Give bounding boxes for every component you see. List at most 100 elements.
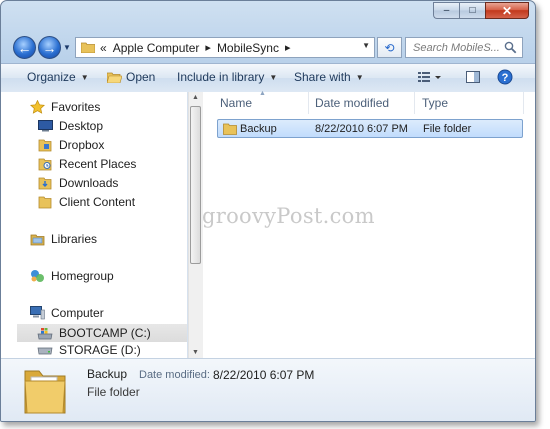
include-in-library-label: Include in library xyxy=(177,70,265,84)
sidebar-item-recent-places[interactable]: Recent Places xyxy=(37,157,136,171)
file-type: File folder xyxy=(423,123,472,135)
sidebar-item-label: Favorites xyxy=(51,100,101,114)
desktop-icon xyxy=(37,119,53,133)
details-file-type: File folder xyxy=(87,385,140,399)
file-name: Backup xyxy=(240,123,277,135)
recent-places-icon xyxy=(37,157,53,171)
column-divider[interactable] xyxy=(308,92,309,114)
explorer-window: – □ ✕ ← → ▼ « Apple Computer ▸ MobileSyn… xyxy=(0,0,536,422)
address-dropdown-icon[interactable]: ▼ xyxy=(362,41,370,50)
sidebar-item-downloads[interactable]: Downloads xyxy=(37,176,118,190)
recent-pages-dropdown[interactable]: ▼ xyxy=(63,43,71,52)
forward-arrow-icon: → xyxy=(42,39,57,56)
breadcrumb-overflow[interactable]: « xyxy=(100,41,107,55)
organize-label: Organize xyxy=(27,70,76,84)
sidebar-item-computer[interactable]: Computer xyxy=(29,306,104,320)
close-button[interactable]: ✕ xyxy=(485,2,529,19)
navigation-pane-scrollbar[interactable]: ▲ ▼ xyxy=(188,92,203,358)
help-button[interactable]: ? xyxy=(497,69,513,88)
share-with-label: Share with xyxy=(294,70,351,84)
sidebar-item-favorites[interactable]: Favorites xyxy=(29,100,100,114)
sidebar-item-label: Dropbox xyxy=(59,138,105,152)
refresh-button[interactable]: ⟲ xyxy=(377,37,402,58)
sidebar-item-label: STORAGE (D:) xyxy=(59,343,141,357)
navigation-pane: Favorites Desktop Dropbox Recent Places … xyxy=(1,92,188,358)
scrollbar-thumb[interactable] xyxy=(190,106,201,264)
chevron-down-icon: ▼ xyxy=(269,72,278,82)
computer-icon xyxy=(29,306,45,320)
libraries-icon xyxy=(29,232,45,246)
open-folder-icon xyxy=(107,72,122,83)
search-icon[interactable] xyxy=(504,41,517,54)
column-divider[interactable] xyxy=(523,92,524,114)
sidebar-item-storage[interactable]: STORAGE (D:) xyxy=(37,343,141,357)
star-icon xyxy=(29,100,45,114)
preview-pane-button[interactable] xyxy=(465,69,481,88)
column-header-date-modified[interactable]: Date modified xyxy=(315,96,389,110)
refresh-icon: ⟲ xyxy=(384,40,395,55)
sidebar-item-label: Downloads xyxy=(59,176,119,190)
folder-icon xyxy=(81,42,95,53)
organize-menu[interactable]: Organize ▼ xyxy=(27,70,89,84)
folder-icon xyxy=(37,195,53,209)
sidebar-item-label: Computer xyxy=(51,306,104,320)
sidebar-item-label: Client Content xyxy=(59,195,136,209)
sort-ascending-icon: ▲ xyxy=(259,90,266,97)
navigation-bar: ← → ▼ « Apple Computer ▸ MobileSync ▸ ▼ … xyxy=(9,33,527,61)
sidebar-item-label: Recent Places xyxy=(59,157,137,171)
details-date-label: Date modified: xyxy=(139,369,210,381)
file-date-modified: 8/22/2010 6:07 PM xyxy=(315,123,408,135)
minimize-button[interactable]: – xyxy=(433,2,459,19)
sidebar-item-label: BOOTCAMP (C:) xyxy=(59,326,151,340)
maximize-button[interactable]: □ xyxy=(459,2,485,19)
chevron-right-icon[interactable]: ▸ xyxy=(285,41,291,54)
include-in-library-menu[interactable]: Include in library ▼ xyxy=(177,70,277,84)
chevron-down-icon: ▼ xyxy=(355,72,364,82)
sidebar-item-client-content[interactable]: Client Content xyxy=(37,195,135,209)
caption-buttons: – □ ✕ xyxy=(433,2,529,19)
details-view-icon xyxy=(418,72,441,82)
preview-pane-icon xyxy=(466,71,480,83)
dropbox-folder-icon xyxy=(37,138,53,152)
sidebar-item-label: Homegroup xyxy=(51,269,114,283)
breadcrumb-mobilesync[interactable]: MobileSync xyxy=(217,41,279,55)
command-bar: Organize ▼ Open Include in library ▼ Share… xyxy=(1,63,535,93)
scroll-up-icon[interactable]: ▲ xyxy=(192,94,199,101)
downloads-folder-icon xyxy=(37,176,53,190)
sidebar-item-homegroup[interactable]: Homegroup xyxy=(29,269,114,283)
breadcrumb-apple-computer[interactable]: Apple Computer xyxy=(113,41,200,55)
sidebar-item-dropbox[interactable]: Dropbox xyxy=(37,138,104,152)
change-view-button[interactable] xyxy=(417,69,443,88)
back-button[interactable]: ← xyxy=(13,36,36,59)
watermark: groovyPost.com xyxy=(202,204,375,228)
forward-button[interactable]: → xyxy=(38,36,61,59)
search-placeholder: Search MobileS... xyxy=(413,41,500,54)
help-icon: ? xyxy=(497,69,513,85)
drive-icon xyxy=(37,343,53,357)
sidebar-item-label: Libraries xyxy=(51,232,98,246)
scroll-down-icon[interactable]: ▼ xyxy=(192,349,199,356)
details-file-name: Backup xyxy=(87,367,128,381)
chevron-down-icon: ▼ xyxy=(80,72,89,82)
column-divider[interactable] xyxy=(414,92,415,114)
column-header-name[interactable]: Name xyxy=(220,96,252,110)
back-arrow-icon: ← xyxy=(17,39,32,56)
share-with-menu[interactable]: Share with ▼ xyxy=(294,70,364,84)
open-label: Open xyxy=(126,70,156,84)
windows-drive-icon xyxy=(37,326,53,340)
search-input[interactable]: Search MobileS... xyxy=(405,37,523,58)
sidebar-item-libraries[interactable]: Libraries xyxy=(29,232,97,246)
homegroup-icon xyxy=(29,269,45,283)
sidebar-item-bootcamp[interactable]: BOOTCAMP (C:) xyxy=(17,324,187,342)
open-button[interactable]: Open xyxy=(107,70,155,84)
sidebar-item-desktop[interactable]: Desktop xyxy=(37,119,103,133)
chevron-right-icon[interactable]: ▸ xyxy=(205,41,211,54)
address-bar[interactable]: « Apple Computer ▸ MobileSync ▸ ▼ xyxy=(75,37,375,58)
column-header-type[interactable]: Type xyxy=(422,96,448,110)
large-folder-icon xyxy=(24,370,66,414)
svg-text:?: ? xyxy=(502,72,509,84)
details-date-value: 8/22/2010 6:07 PM xyxy=(213,368,315,382)
details-pane: Backup File folder Date modified: 8/22/2… xyxy=(1,358,535,421)
folder-icon xyxy=(223,123,237,135)
table-row[interactable]: Backup 8/22/2010 6:07 PM File folder xyxy=(217,119,523,138)
